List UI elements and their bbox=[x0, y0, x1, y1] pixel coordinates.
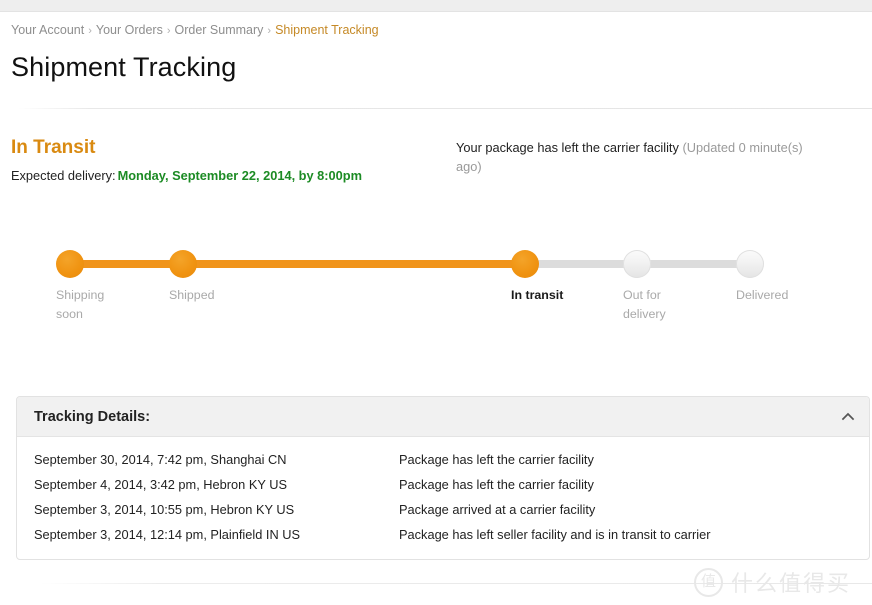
detail-timestamp-location: September 4, 2014, 3:42 pm, Hebron KY US bbox=[34, 477, 288, 492]
table-row: September 30, 2014, 7:42 pm, Shanghai CN… bbox=[17, 447, 869, 472]
tracking-details-list: September 30, 2014, 7:42 pm, Shanghai CN… bbox=[17, 437, 869, 559]
detail-description: Package has left the carrier facility bbox=[399, 452, 594, 467]
breadcrumb-separator: › bbox=[88, 25, 92, 37]
breadcrumb-item-0[interactable]: Your Account bbox=[11, 23, 84, 37]
tracking-details-title: Tracking Details: bbox=[34, 409, 151, 425]
tracker-node-2 bbox=[511, 250, 539, 278]
expected-delivery-date: Monday, September 22, 2014, by 8:00pm bbox=[117, 168, 362, 183]
detail-description: Package has left seller facility and is … bbox=[399, 527, 711, 542]
tracker-node-3 bbox=[623, 250, 651, 278]
shipment-status-label: In Transit bbox=[11, 137, 96, 158]
breadcrumb-item-1[interactable]: Your Orders bbox=[96, 23, 163, 37]
tracker-connector-0 bbox=[70, 260, 183, 268]
tracker-label-0: Shipping soon bbox=[56, 288, 105, 321]
tracker-label-3: Out for delivery bbox=[623, 288, 666, 321]
breadcrumb-item-3: Shipment Tracking bbox=[275, 23, 379, 37]
breadcrumb: Your Account › Your Orders › Order Summary › S… bbox=[11, 22, 379, 39]
expected-delivery-label: Expected delivery: bbox=[11, 168, 116, 183]
tracking-details-panel: Tracking Details: September 30, 2014, 7:… bbox=[16, 396, 870, 560]
site-watermark: 值 什么值得买 bbox=[694, 566, 851, 598]
tracking-details-header[interactable]: Tracking Details: bbox=[17, 397, 869, 437]
watermark-text: 什么值得买 bbox=[731, 572, 852, 597]
tracker-node-1 bbox=[169, 250, 197, 278]
chevron-up-icon[interactable] bbox=[839, 408, 857, 426]
watermark-logo-icon: 值 bbox=[694, 567, 723, 597]
detail-description: Package has left the carrier facility bbox=[399, 477, 594, 492]
page-title: Shipment Tracking bbox=[11, 52, 237, 82]
detail-timestamp-location: September 30, 2014, 7:42 pm, Shanghai CN bbox=[34, 452, 287, 467]
detail-timestamp-location: September 3, 2014, 12:14 pm, Plainfield … bbox=[34, 527, 301, 542]
table-row: September 3, 2014, 10:55 pm, Hebron KY U… bbox=[17, 497, 869, 522]
detail-description: Package arrived at a carrier facility bbox=[399, 502, 596, 517]
tracker-label-2: In transit bbox=[511, 288, 564, 302]
tracker-node-0 bbox=[56, 250, 84, 278]
breadcrumb-separator: › bbox=[166, 25, 171, 37]
latest-update-block: Your package has left the carrier facili… bbox=[456, 138, 816, 176]
latest-update-message: Your package has left the carrier facili… bbox=[456, 140, 679, 155]
table-row: September 4, 2014, 3:42 pm, Hebron KY US… bbox=[17, 472, 869, 497]
divider-top bbox=[0, 108, 872, 109]
detail-timestamp-location: September 3, 2014, 10:55 pm, Hebron KY U… bbox=[34, 502, 295, 517]
tracker-label-4: Delivered bbox=[736, 288, 789, 302]
tracker-connector-3 bbox=[637, 260, 750, 268]
table-row: September 3, 2014, 12:14 pm, Plainfield … bbox=[17, 522, 869, 547]
tracker-label-1: Shipped bbox=[169, 288, 215, 302]
expected-delivery-row: Expected delivery: Monday, September 22, … bbox=[11, 168, 362, 184]
tracker-node-4 bbox=[736, 250, 764, 278]
shipment-progress-tracker: Shipping soon Shipped In transit Out for de… bbox=[0, 236, 872, 346]
breadcrumb-item-2[interactable]: Order Summary bbox=[175, 23, 264, 37]
tracker-connector-1 bbox=[183, 260, 525, 268]
breadcrumb-separator: › bbox=[267, 25, 272, 37]
tracker-connector-2 bbox=[525, 260, 637, 268]
browser-top-strip bbox=[0, 0, 872, 12]
